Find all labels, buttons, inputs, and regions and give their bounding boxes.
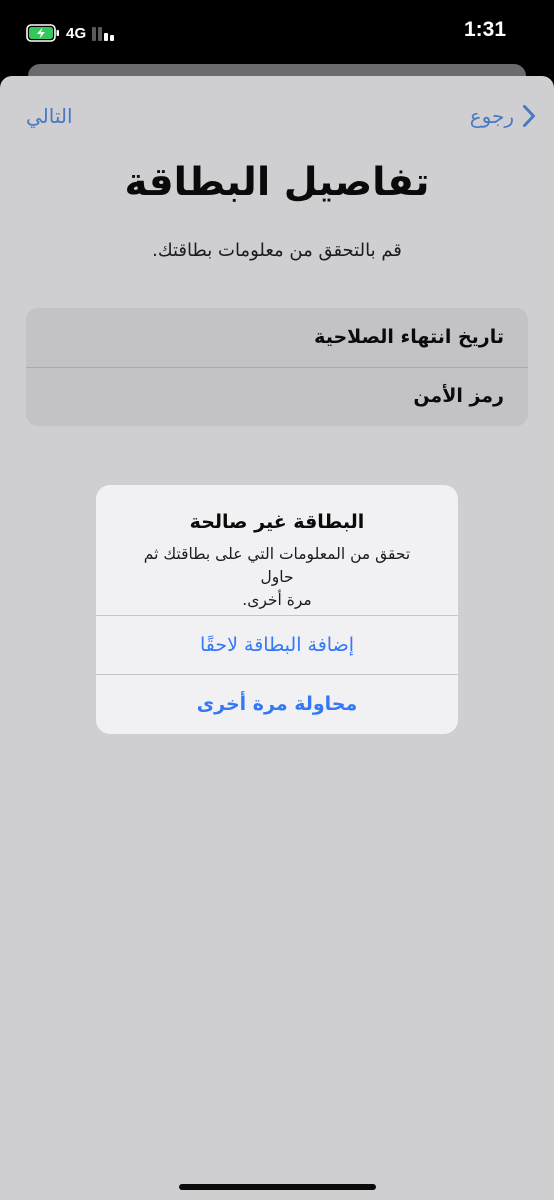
page-subtitle: قم بالتحقق من معلومات بطاقتك. (152, 240, 402, 261)
security-code-label: رمز الأمن (413, 385, 504, 407)
alert-message-line-1: تحقق من المعلومات التي على بطاقتك ثم حاو… (143, 545, 411, 586)
chevron-right-icon (523, 105, 535, 127)
security-code-field[interactable]: رمز الأمن (26, 367, 528, 426)
expiration-date-label: تاريخ انتهاء الصلاحية (314, 326, 504, 348)
status-indicators: 4G (26, 22, 118, 44)
back-button[interactable]: رجوع (470, 100, 536, 132)
network-type-label: 4G (66, 24, 87, 42)
add-card-later-button[interactable]: إضافة البطاقة لاحقًا (96, 616, 458, 675)
alert-title: البطاقة غير صالحة (189, 511, 365, 533)
cellular-signal-icon (92, 27, 115, 41)
card-details-sheet: رجوع التالي تفاصيل البطاقة قم بالتحقق من… (0, 76, 554, 1200)
status-bar: 4G 1:31 (0, 0, 554, 64)
next-button[interactable]: التالي (26, 100, 73, 132)
back-button-label: رجوع (469, 104, 514, 128)
alert-message-line-2: مرة أخرى. (242, 591, 312, 609)
page-title: تفاصيل البطاقة (124, 160, 430, 205)
battery-charging-icon (26, 24, 59, 42)
expiration-date-field[interactable]: تاريخ انتهاء الصلاحية (26, 308, 528, 367)
alert-message: تحقق من المعلومات التي على بطاقتك ثم حاو… (136, 543, 418, 612)
home-indicator[interactable] (179, 1184, 376, 1190)
status-time: 1:31 (463, 18, 506, 41)
card-details-form: تاريخ انتهاء الصلاحية رمز الأمن (26, 308, 528, 426)
try-again-button[interactable]: محاولة مرة أخرى (96, 675, 458, 734)
invalid-card-alert: البطاقة غير صالحة تحقق من المعلومات التي… (96, 485, 458, 734)
